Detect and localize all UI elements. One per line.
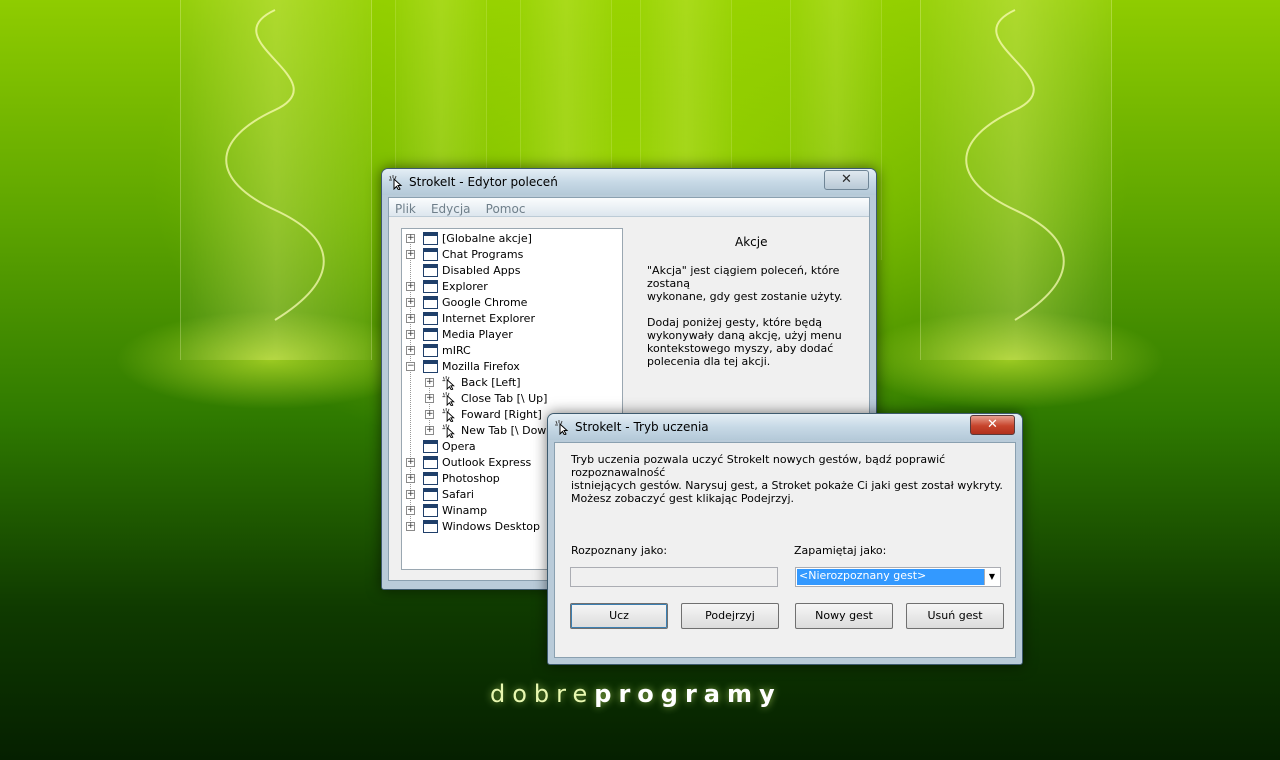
tree-child-item[interactable]: + Close Tab [\ Up] [402,391,622,407]
tree-item-label: Explorer [442,280,488,293]
folder-icon [423,472,438,485]
tree-item[interactable]: + mIRC [402,343,622,359]
gesture-cursor-icon [442,407,455,422]
gesture-cursor-icon [442,375,455,390]
expand-icon[interactable]: + [406,250,415,259]
recognized-label: Rozpoznany jako: [571,544,668,557]
chevron-down-icon[interactable]: ▼ [984,569,999,585]
remember-select-value: <Nierozpoznany gest> [797,569,984,585]
tree-item-label: Opera [442,440,476,453]
editor-close-button[interactable]: ✕ [824,170,869,190]
recognized-field [570,567,778,587]
tree-item[interactable]: + Explorer [402,279,622,295]
tree-item-label: Chat Programs [442,248,524,261]
editor-title: StrokeIt - Edytor poleceń [409,175,558,189]
learn-hint-text: Możesz zobaczyć gest klikając Podejrzyj. [571,492,795,505]
expand-icon[interactable]: + [425,394,434,403]
folder-icon [423,248,438,261]
menu-help[interactable]: Pomoc [480,201,530,216]
folder-icon [423,264,438,277]
learn-close-button[interactable]: ✕ [970,415,1015,435]
tree-item-label: Mozilla Firefox [442,360,520,373]
editor-titlebar[interactable]: StrokeIt - Edytor poleceń ✕ [382,169,876,195]
learn-title: StrokeIt - Tryb uczenia [575,420,709,434]
tree-item[interactable]: + Google Chrome [402,295,622,311]
expand-icon[interactable]: + [425,378,434,387]
expand-icon[interactable]: + [406,474,415,483]
expand-icon[interactable]: + [425,426,434,435]
expand-icon[interactable]: + [406,522,415,531]
tree-item-label: [Globalne akcje] [442,232,532,245]
expand-icon[interactable]: + [406,298,415,307]
expand-icon[interactable]: + [406,490,415,499]
expand-icon[interactable]: + [406,234,415,243]
menu-bar: Plik Edycja Pomoc [389,198,869,217]
folder-icon [423,232,438,245]
tree-item-label: Disabled Apps [442,264,521,277]
folder-icon [423,296,438,309]
tree-item[interactable]: Disabled Apps [402,263,622,279]
tree-item-label: Google Chrome [442,296,528,309]
strokeit-cursor-icon [555,420,569,435]
learn-intro-text: Tryb uczenia pozwala uczyć StrokeIt nowy… [571,453,1003,492]
folder-icon [423,488,438,501]
learn-titlebar[interactable]: StrokeIt - Tryb uczenia ✕ [548,414,1022,440]
expand-icon[interactable]: + [425,410,434,419]
gesture-cursor-icon [442,423,455,438]
learn-window: StrokeIt - Tryb uczenia ✕ Tryb uczenia p… [547,413,1023,665]
tree-item-label: Outlook Express [442,456,532,469]
folder-icon [423,456,438,469]
tree-item-label: Photoshop [442,472,500,485]
tree-item-label: New Tab [\ Down] [461,424,558,437]
tree-item-label: Windows Desktop [442,520,540,533]
collapse-icon[interactable]: − [406,362,415,371]
menu-file[interactable]: Plik [389,201,420,216]
tree-item[interactable]: + [Globalne akcje] [402,231,622,247]
expand-icon[interactable]: + [406,282,415,291]
wallpaper-swirl [965,9,1065,321]
expand-icon[interactable]: + [406,346,415,355]
new-gesture-button[interactable]: Nowy gest [795,603,893,629]
strokeit-cursor-icon [389,175,403,190]
expand-icon[interactable]: + [406,330,415,339]
tree-item-label: Media Player [442,328,513,341]
tree-item-label: Back [Left] [461,376,521,389]
folder-icon [423,360,438,373]
remember-label: Zapamiętaj jako: [794,544,887,557]
wallpaper-swirl [225,9,325,321]
expand-icon[interactable]: + [406,458,415,467]
learn-client-area: Tryb uczenia pozwala uczyć StrokeIt nowy… [554,442,1016,658]
preview-button[interactable]: Podejrzyj [681,603,779,629]
tree-item[interactable]: − Mozilla Firefox [402,359,622,375]
expand-icon[interactable]: + [406,314,415,323]
folder-icon [423,520,438,533]
remember-select[interactable]: <Nierozpoznany gest> ▼ [795,567,1001,587]
panel-text: "Akcja" jest ciągiem poleceń, które zost… [647,264,843,368]
gesture-cursor-icon [442,391,455,406]
tree-item[interactable]: + Chat Programs [402,247,622,263]
folder-icon [423,344,438,357]
folder-icon [423,328,438,341]
folder-icon [423,280,438,293]
tree-item[interactable]: + Media Player [402,327,622,343]
tree-item-label: Safari [442,488,474,501]
tree-item-label: Winamp [442,504,488,517]
folder-icon [423,504,438,517]
folder-icon [423,312,438,325]
tree-item[interactable]: + Internet Explorer [402,311,622,327]
panel-heading: Akcje [735,235,768,249]
tree-item-label: Internet Explorer [442,312,535,325]
delete-gesture-button[interactable]: Usuń gest [906,603,1004,629]
folder-icon [423,440,438,453]
tree-item-label: mIRC [442,344,471,357]
expand-icon[interactable]: + [406,506,415,515]
menu-edit[interactable]: Edycja [425,201,475,216]
dobreprogramy-logo: dobreprogramy [490,680,782,708]
learn-button[interactable]: Ucz [570,603,668,629]
tree-child-item[interactable]: + Back [Left] [402,375,622,391]
tree-item-label: Foward [Right] [461,408,542,421]
tree-item-label: Close Tab [\ Up] [461,392,548,405]
